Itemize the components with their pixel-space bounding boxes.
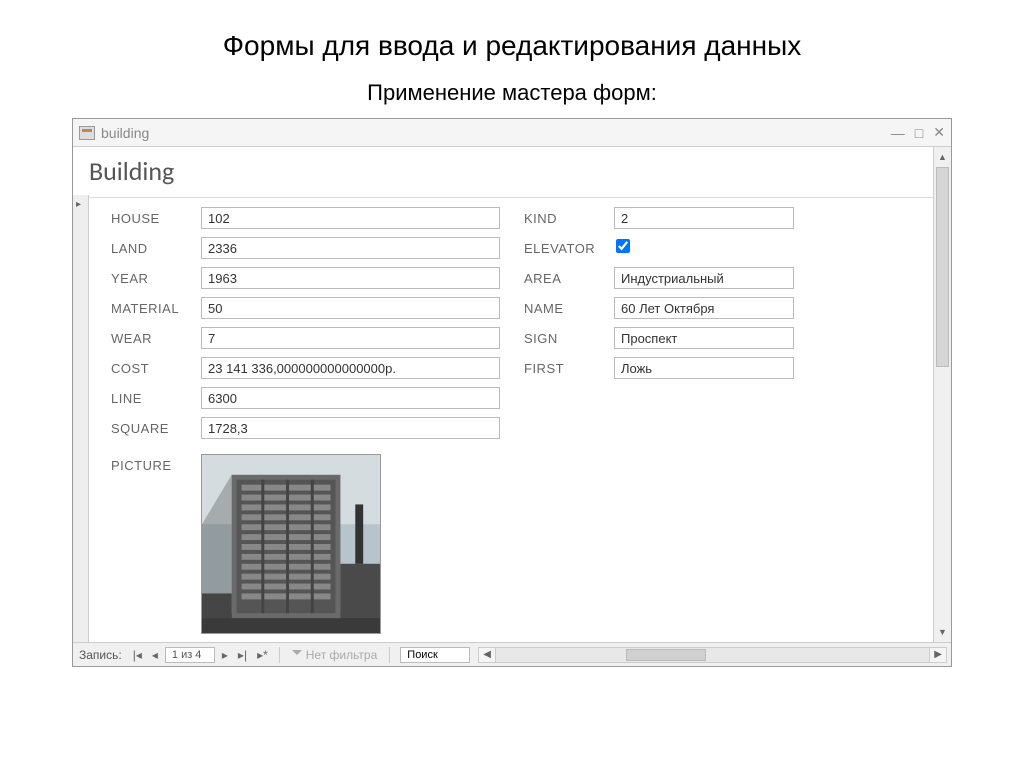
cost-input[interactable]	[201, 357, 500, 379]
building-image	[202, 455, 380, 633]
area-input[interactable]	[614, 267, 794, 289]
sign-label: SIGN	[524, 331, 614, 346]
form-header: Building	[73, 147, 933, 198]
elevator-label: ELEVATOR	[524, 241, 614, 256]
record-navigation-bar: Запись: |◂ ◂ 1 из 4 ▸ ▸| ▸* Нет фильтра …	[73, 642, 951, 666]
nav-prev-button[interactable]: ◂	[147, 647, 163, 663]
slide-title: Формы для ввода и редактирования данных	[0, 0, 1024, 80]
land-label: LAND	[111, 241, 201, 256]
maximize-button[interactable]: □	[915, 125, 923, 141]
funnel-icon	[292, 650, 302, 660]
name-label: NAME	[524, 301, 614, 316]
line-input[interactable]	[201, 387, 500, 409]
name-input[interactable]	[614, 297, 794, 319]
kind-label: KIND	[524, 211, 614, 226]
horizontal-scroll-thumb[interactable]	[626, 649, 706, 661]
horizontal-scrollbar[interactable]: ◀ ▶	[478, 647, 947, 663]
wear-input[interactable]	[201, 327, 500, 349]
square-label: SQUARE	[111, 421, 201, 436]
horizontal-scroll-track[interactable]	[496, 647, 929, 663]
wear-label: WEAR	[111, 331, 201, 346]
filter-label: Нет фильтра	[306, 648, 378, 662]
sign-input[interactable]	[614, 327, 794, 349]
window-title: building	[101, 125, 891, 141]
scroll-down-icon[interactable]: ▼	[934, 624, 951, 640]
line-label: LINE	[111, 391, 201, 406]
material-label: MATERIAL	[111, 301, 201, 316]
picture-box[interactable]	[201, 454, 381, 634]
record-selector[interactable]: ▸	[73, 195, 89, 642]
form-icon	[79, 126, 95, 140]
nav-separator	[279, 647, 280, 663]
nav-first-button[interactable]: |◂	[128, 647, 147, 663]
nav-new-button[interactable]: ▸*	[252, 647, 273, 663]
nav-separator-2	[389, 647, 390, 663]
picture-label: PICTURE	[111, 454, 201, 473]
square-input[interactable]	[201, 417, 500, 439]
land-input[interactable]	[201, 237, 500, 259]
first-label: FIRST	[524, 361, 614, 376]
minimize-button[interactable]: —	[891, 125, 905, 141]
vertical-scroll-thumb[interactable]	[936, 167, 949, 367]
house-label: HOUSE	[111, 211, 201, 226]
material-input[interactable]	[201, 297, 500, 319]
nav-last-button[interactable]: ▸|	[233, 647, 252, 663]
titlebar: building — □ ✕	[73, 119, 951, 147]
first-input[interactable]	[614, 357, 794, 379]
elevator-checkbox[interactable]	[616, 239, 630, 253]
left-column: HOUSE LAND YEAR MATERIAL	[111, 206, 500, 446]
cost-label: COST	[111, 361, 201, 376]
record-marker-icon: ▸	[76, 199, 81, 210]
right-column: KIND ELEVATOR AREA NAME	[524, 206, 913, 446]
year-input[interactable]	[201, 267, 500, 289]
search-input[interactable]	[400, 647, 470, 663]
slide-subtitle: Применение мастера форм:	[0, 80, 1024, 118]
scroll-up-icon[interactable]: ▲	[934, 149, 951, 165]
year-label: YEAR	[111, 271, 201, 286]
scroll-left-icon[interactable]: ◀	[478, 647, 496, 663]
window-frame: building — □ ✕ Building ▸ HOUSE LAND	[72, 118, 952, 667]
form-body: Building ▸ HOUSE LAND YEAR	[73, 147, 933, 642]
scroll-right-icon[interactable]: ▶	[929, 647, 947, 663]
record-position[interactable]: 1 из 4	[165, 647, 215, 663]
vertical-scrollbar[interactable]: ▲ ▼	[933, 147, 951, 642]
kind-input[interactable]	[614, 207, 794, 229]
record-label: Запись:	[73, 648, 128, 662]
nav-next-button[interactable]: ▸	[217, 647, 233, 663]
filter-indicator[interactable]: Нет фильтра	[286, 648, 384, 662]
area-label: AREA	[524, 271, 614, 286]
house-input[interactable]	[201, 207, 500, 229]
close-button[interactable]: ✕	[933, 124, 945, 141]
